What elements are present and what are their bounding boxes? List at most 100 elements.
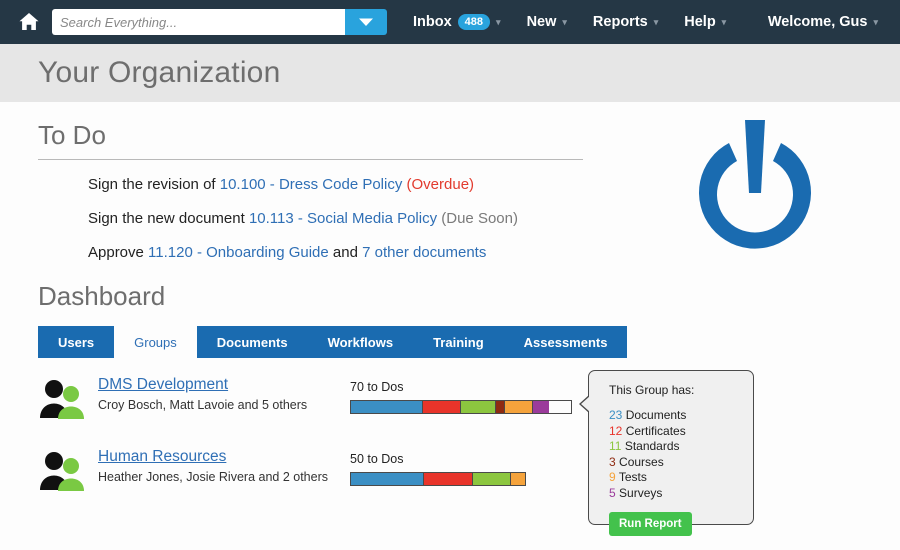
- todo-prefix: Sign the revision of: [88, 176, 220, 193]
- group-todos-label: 50 to Dos: [350, 452, 526, 466]
- stat-tests: 9 Tests: [609, 470, 753, 486]
- search-bar: [52, 9, 387, 35]
- stat-documents: 23 Documents: [609, 408, 753, 424]
- tab-users[interactable]: Users: [38, 326, 114, 358]
- group-info: DMS Development Croy Bosch, Matt Lavoie …: [98, 376, 346, 412]
- stat-count: 12: [609, 424, 622, 438]
- todo-conjunction: and: [329, 244, 362, 261]
- nav-item-label: Reports: [593, 14, 648, 30]
- bar-segment-tests: [505, 401, 533, 413]
- home-icon[interactable]: [16, 9, 42, 35]
- stat-label: Documents: [626, 408, 687, 422]
- nav-item-label: Help: [684, 14, 715, 30]
- tab-label: Documents: [217, 335, 288, 350]
- group-name-link[interactable]: DMS Development: [98, 376, 228, 394]
- nav-item-label: New: [527, 14, 557, 30]
- nav-item-label: Inbox: [413, 14, 452, 30]
- group-info: Human Resources Heather Jones, Josie Riv…: [98, 448, 346, 484]
- todo-document-link[interactable]: 11.120 - Onboarding Guide: [148, 244, 329, 261]
- nav-item-new[interactable]: New ▾: [527, 14, 567, 30]
- stat-count: 11: [609, 439, 621, 453]
- callout-title: This Group has:: [609, 383, 753, 397]
- tab-label: Workflows: [328, 335, 394, 350]
- nav-item-reports[interactable]: Reports ▾: [593, 14, 658, 30]
- todo-status-badge: (Overdue): [407, 176, 475, 193]
- tab-groups[interactable]: Groups: [114, 326, 197, 358]
- user-menu-label: Welcome, Gus: [768, 14, 868, 30]
- chevron-down-icon: ▾: [873, 17, 878, 28]
- group-row: DMS Development Croy Bosch, Matt Lavoie …: [38, 376, 900, 422]
- group-progress: 50 to Dos: [350, 452, 526, 486]
- app-page: Inbox 488 ▾ New ▾ Reports ▾ Help ▾ Welco…: [0, 0, 900, 550]
- group-progress: 70 to Dos: [350, 380, 572, 414]
- stat-label: Tests: [619, 470, 647, 484]
- nav-item-inbox[interactable]: Inbox 488 ▾: [413, 14, 501, 30]
- group-name-link[interactable]: Human Resources: [98, 448, 226, 466]
- bar-segment-standards: [473, 473, 511, 485]
- bar-segment-certificates: [424, 473, 473, 485]
- bar-segment-tests: [511, 473, 525, 485]
- stat-surveys: 5 Surveys: [609, 486, 753, 502]
- bar-segment-certificates: [423, 401, 461, 413]
- bar-segment-documents: [351, 473, 424, 485]
- stat-count: 9: [609, 470, 616, 484]
- group-members: Croy Bosch, Matt Lavoie and 5 others: [98, 398, 346, 412]
- stat-label: Standards: [625, 439, 680, 453]
- todo-prefix: Sign the new document: [88, 210, 249, 227]
- bar-segment-surveys: [533, 401, 549, 413]
- tab-label: Training: [433, 335, 484, 350]
- search-dropdown-button[interactable]: [345, 9, 387, 35]
- chevron-down-icon: [358, 17, 374, 27]
- chevron-down-icon: ▾: [722, 17, 727, 28]
- page-title: Your Organization: [38, 56, 280, 90]
- tab-label: Groups: [134, 335, 177, 350]
- bar-segment-courses: [496, 401, 505, 413]
- todo-prefix: Approve: [88, 244, 148, 261]
- stat-label: Surveys: [619, 486, 662, 500]
- chevron-down-icon: ▾: [654, 17, 659, 28]
- group-users-icon: [38, 378, 86, 422]
- search-input[interactable]: [52, 9, 345, 35]
- nav-items: Inbox 488 ▾ New ▾ Reports ▾ Help ▾: [413, 14, 726, 30]
- top-navigation-bar: Inbox 488 ▾ New ▾ Reports ▾ Help ▾ Welco…: [0, 0, 900, 44]
- stat-count: 3: [609, 455, 616, 469]
- group-todos-bar[interactable]: [350, 472, 526, 486]
- stat-count: 23: [609, 408, 622, 422]
- chevron-down-icon: ▾: [562, 17, 567, 28]
- dashboard-section-title: Dashboard: [38, 281, 900, 312]
- stat-label: Certificates: [626, 424, 686, 438]
- bar-segment-standards: [461, 401, 496, 413]
- stat-label: Courses: [619, 455, 664, 469]
- stat-courses: 3 Courses: [609, 455, 753, 471]
- chevron-down-icon: ▾: [496, 17, 501, 28]
- group-todos-bar[interactable]: [350, 400, 572, 414]
- tab-training[interactable]: Training: [413, 326, 504, 358]
- group-users-icon: [38, 450, 86, 494]
- tab-label: Users: [58, 335, 94, 350]
- power-button-logo: [685, 115, 825, 265]
- group-summary-callout: This Group has: 23 Documents 12 Certific…: [588, 370, 754, 525]
- bar-segment-documents: [351, 401, 423, 413]
- stat-standards: 11 Standards: [609, 439, 753, 455]
- nav-item-help[interactable]: Help ▾: [684, 14, 726, 30]
- todo-divider: [38, 159, 583, 160]
- todo-status-badge: (Due Soon): [441, 210, 518, 227]
- stat-count: 5: [609, 486, 616, 500]
- tab-documents[interactable]: Documents: [197, 326, 308, 358]
- inbox-count-badge: 488: [458, 14, 490, 30]
- main-content: To Do Sign the revision of 10.100 - Dres…: [0, 120, 900, 494]
- dashboard-tabs: Users Groups Documents Workflows Trainin…: [38, 326, 583, 358]
- user-menu[interactable]: Welcome, Gus ▾: [768, 14, 878, 30]
- todo-document-link[interactable]: 10.100 - Dress Code Policy: [220, 176, 403, 193]
- stat-certificates: 12 Certificates: [609, 424, 753, 440]
- run-report-button[interactable]: Run Report: [609, 512, 692, 536]
- tab-label: Assessments: [524, 335, 608, 350]
- group-list: DMS Development Croy Bosch, Matt Lavoie …: [38, 376, 900, 494]
- group-members: Heather Jones, Josie Rivera and 2 others: [98, 470, 346, 484]
- tab-assessments[interactable]: Assessments: [504, 326, 628, 358]
- todo-document-link[interactable]: 10.113 - Social Media Policy: [249, 210, 437, 227]
- organization-header: Your Organization: [0, 44, 900, 102]
- todo-other-documents-link[interactable]: 7 other documents: [362, 244, 486, 261]
- tab-workflows[interactable]: Workflows: [308, 326, 414, 358]
- group-row: Human Resources Heather Jones, Josie Riv…: [38, 448, 900, 494]
